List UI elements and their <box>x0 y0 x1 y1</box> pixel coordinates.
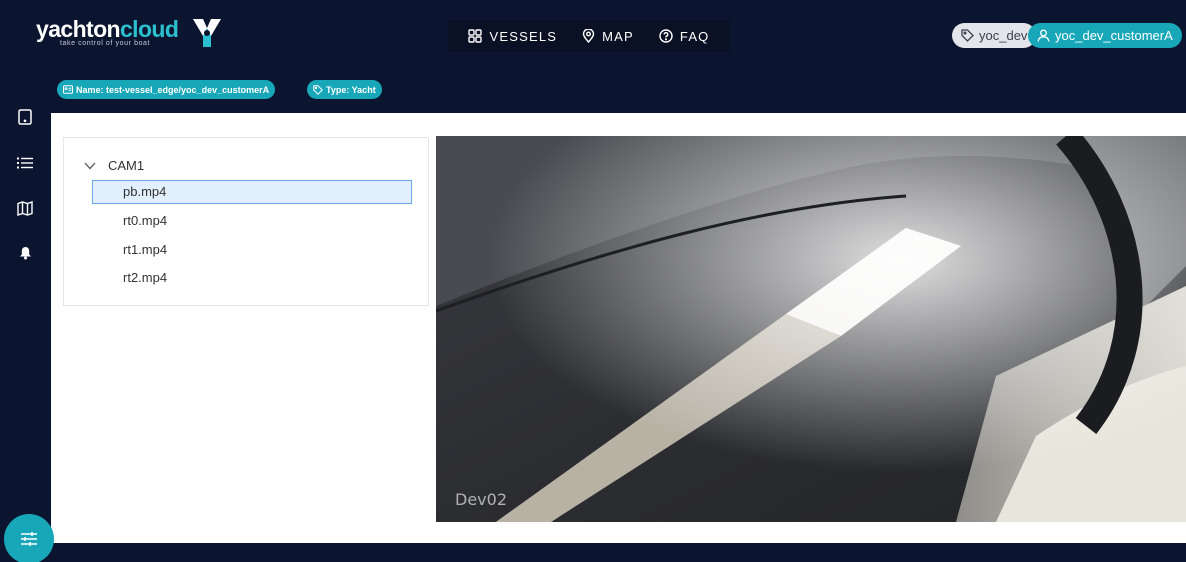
sidebar-item-alerts[interactable] <box>15 243 35 263</box>
vessel-type-badge: Type: Yacht <box>307 80 382 99</box>
vessel-name-text: Name: test-vessel_edge/yoc_dev_customerA <box>76 84 270 95</box>
main-panel: CAM1 pb.mp4 rt0.mp4 rt1.mp4 rt2.mp4 Dev0… <box>51 113 1186 543</box>
sidebar-item-list[interactable] <box>15 153 35 173</box>
tree-file-item[interactable]: rt1.mp4 <box>92 238 412 262</box>
brand-tagline: take control of your boat <box>60 40 151 47</box>
tree-file-item[interactable]: rt2.mp4 <box>92 266 412 290</box>
tag-icon <box>961 29 974 42</box>
nav-faq-label: FAQ <box>679 28 710 44</box>
id-card-icon <box>63 85 73 94</box>
grid-icon <box>468 29 483 43</box>
brand-mark-icon <box>193 19 221 47</box>
brand-name: yachtoncloud <box>36 16 179 42</box>
environment-label: yoc_dev <box>979 28 1028 43</box>
brand-logo[interactable]: yachtoncloud take control of your boat <box>36 16 236 52</box>
nav-faq[interactable]: FAQ <box>659 20 710 52</box>
nav-map-label: MAP <box>602 28 634 44</box>
video-overlay-label: Dev02 <box>455 490 507 509</box>
tablet-icon <box>18 109 32 125</box>
tag-icon <box>313 84 323 95</box>
filter-settings-button[interactable] <box>4 514 54 562</box>
map-icon <box>17 200 33 216</box>
user-icon <box>1037 29 1050 42</box>
environment-chip[interactable]: yoc_dev <box>952 23 1037 48</box>
question-circle-icon <box>659 29 673 43</box>
file-tree: CAM1 pb.mp4 rt0.mp4 rt1.mp4 rt2.mp4 <box>63 137 429 306</box>
nav-vessels[interactable]: VESSELS <box>468 20 557 52</box>
vessel-type-text: Type: Yacht <box>326 84 376 95</box>
video-frame <box>436 136 1186 522</box>
nav-map[interactable]: MAP <box>582 20 634 52</box>
vessel-name-badge: Name: test-vessel_edge/yoc_dev_customerA <box>57 80 276 99</box>
sidebar-item-map[interactable] <box>15 198 35 218</box>
bell-icon <box>19 247 31 260</box>
chevron-down-icon[interactable] <box>84 162 96 170</box>
sliders-icon <box>21 532 37 546</box>
tree-folder-cam1[interactable]: CAM1 <box>84 158 144 173</box>
tree-file-item[interactable]: rt0.mp4 <box>92 209 412 233</box>
top-navigation: VESSELS MAP FAQ <box>448 20 730 52</box>
nav-vessels-label: VESSELS <box>489 28 558 44</box>
user-label: yoc_dev_customerA <box>1055 28 1173 43</box>
map-pin-icon <box>582 29 595 43</box>
sidebar-item-device[interactable] <box>15 107 35 127</box>
list-icon <box>17 157 33 169</box>
video-player[interactable]: Dev02 <box>436 136 1186 522</box>
tree-folder-label: CAM1 <box>108 158 145 173</box>
user-chip[interactable]: yoc_dev_customerA <box>1028 23 1182 48</box>
tree-file-item[interactable]: pb.mp4 <box>92 180 412 204</box>
